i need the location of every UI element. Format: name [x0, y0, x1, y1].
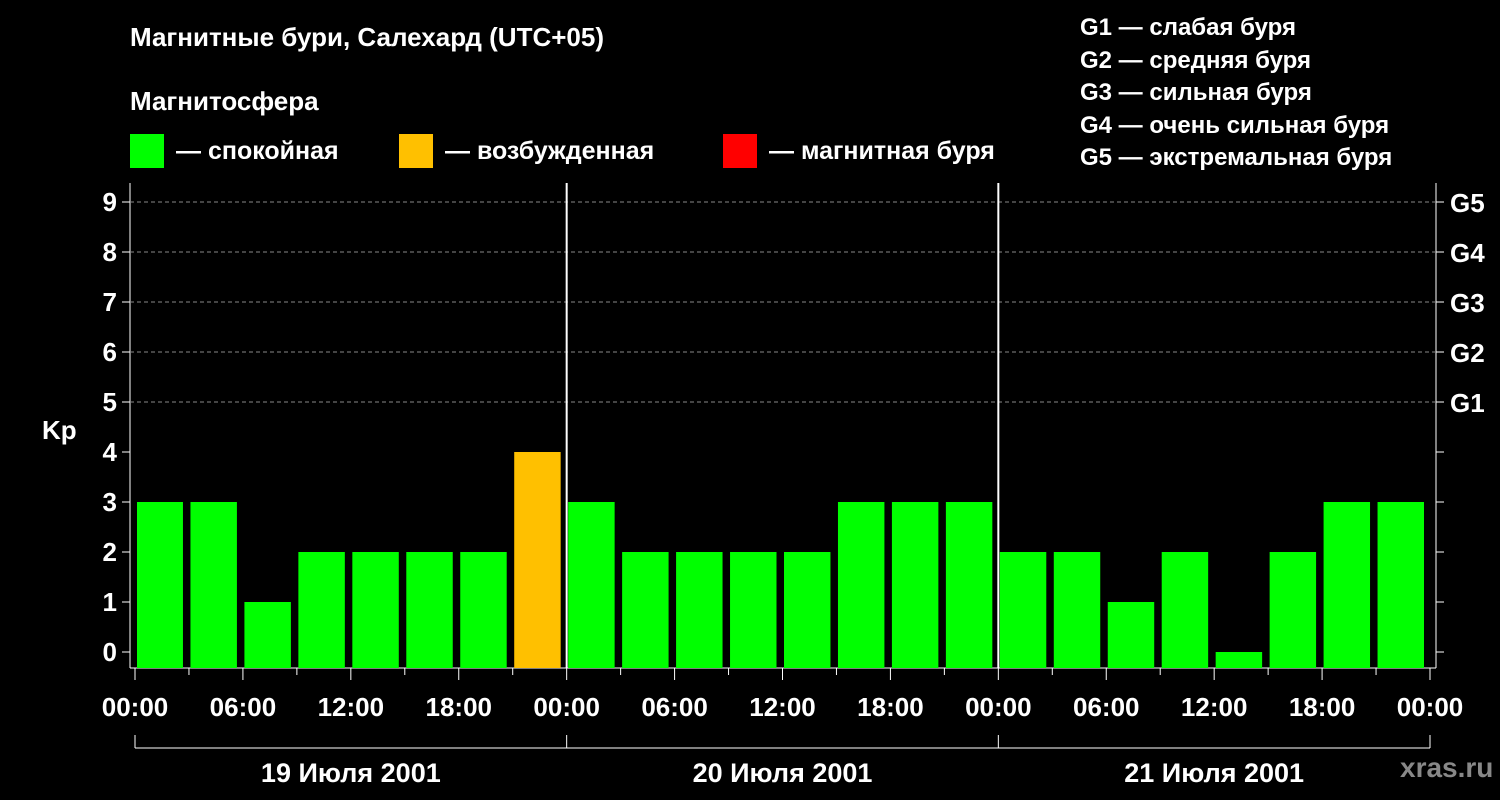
x-tick-label: 06:00	[1073, 692, 1140, 722]
x-tick-label: 12:00	[1181, 692, 1248, 722]
kp-bar	[137, 502, 183, 668]
kp-bar	[676, 552, 723, 668]
kp-bar	[999, 552, 1047, 668]
x-tick-label: 12:00	[318, 692, 385, 722]
kp-bar	[1323, 502, 1371, 668]
day-label: 19 Июля 2001	[261, 758, 441, 788]
kp-bar	[460, 552, 507, 668]
y-axis-label: Kp	[42, 415, 77, 445]
x-tick-label: 18:00	[426, 692, 493, 722]
y-tick-label: 5	[103, 387, 117, 417]
y-tick-label: 8	[103, 237, 117, 267]
y-tick-label: 2	[103, 537, 117, 567]
y-tick-label: 7	[103, 287, 117, 317]
kp-bar	[1161, 552, 1209, 668]
kp-bar	[784, 552, 831, 668]
y-tick-label: 3	[103, 487, 117, 517]
day-label: 20 Июля 2001	[693, 758, 873, 788]
kp-bar	[190, 502, 237, 668]
kp-bar	[730, 552, 777, 668]
y-tick-label: 4	[103, 437, 118, 467]
y-tick-label: 6	[103, 337, 117, 367]
x-tick-label: 00:00	[965, 692, 1032, 722]
kp-bar-chart: 0 1 2 3 4 5 6 7 8 9 G1 G2 G3 G4 G5 Kp 00:00 06:00 12:00 18:…	[42, 183, 1485, 788]
kp-bar	[891, 502, 939, 668]
kp-bar	[352, 552, 399, 668]
kp-bar	[1215, 652, 1263, 668]
kp-bar	[1269, 552, 1317, 668]
kp-bar	[1377, 502, 1424, 668]
g-level-label: G3	[1450, 288, 1485, 318]
day-label: 21 Июля 2001	[1124, 758, 1304, 788]
g-level-label: G1	[1450, 388, 1485, 418]
y-tick-label: 1	[103, 587, 117, 617]
x-tick-label: 00:00	[102, 692, 169, 722]
x-tick-label: 18:00	[1289, 692, 1356, 722]
y-tick-label: 0	[103, 637, 117, 667]
x-tick-label: 00:00	[533, 692, 600, 722]
y-tick-label: 9	[103, 187, 117, 217]
g-level-label: G5	[1450, 188, 1485, 218]
watermark: xras.ru	[1400, 752, 1494, 783]
kp-bar	[622, 552, 669, 668]
kp-bar	[568, 502, 615, 668]
kp-bar	[1107, 602, 1155, 668]
kp-bar	[298, 552, 345, 668]
x-tick-label: 18:00	[857, 692, 924, 722]
g-level-label: G2	[1450, 338, 1485, 368]
x-tick-label: 06:00	[210, 692, 277, 722]
kp-bar	[514, 452, 561, 668]
x-tick-label: 00:00	[1397, 692, 1464, 722]
kp-bar	[945, 502, 993, 668]
kp-bar	[406, 552, 453, 668]
kp-bar	[244, 602, 291, 668]
x-tick-label: 12:00	[749, 692, 816, 722]
kp-bar	[837, 502, 885, 668]
g-level-label: G4	[1450, 238, 1485, 268]
kp-bar	[1053, 552, 1101, 668]
x-tick-label: 06:00	[641, 692, 708, 722]
